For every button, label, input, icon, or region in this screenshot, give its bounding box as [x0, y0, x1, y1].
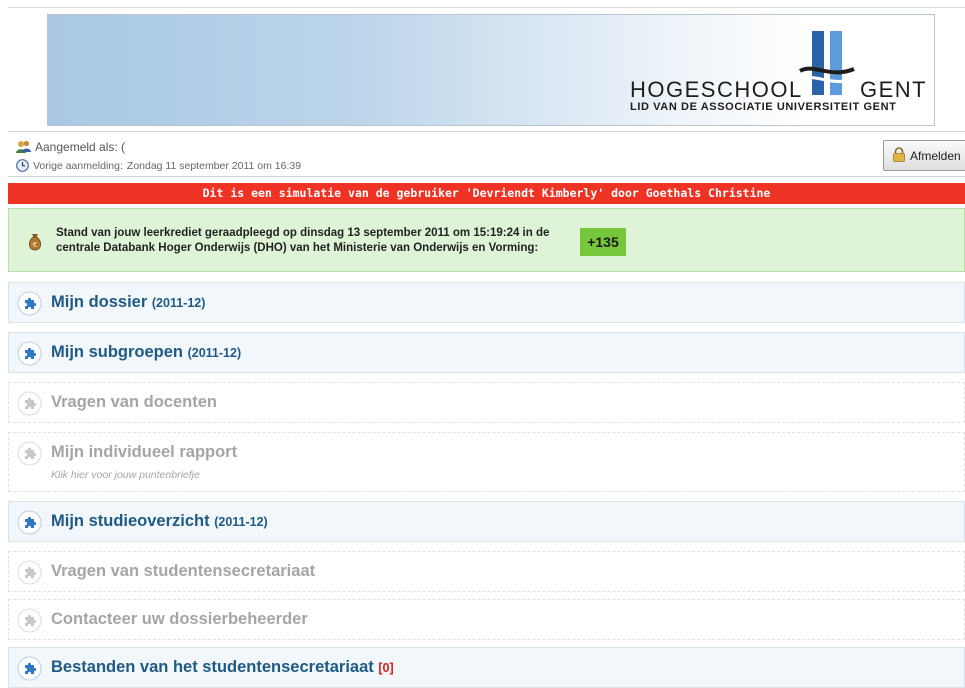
study-credit-line-2: centrale Databank Hoger Onderwijs (DHO) …	[56, 242, 539, 254]
section-title: Mijn dossier (2011-12)	[51, 293, 205, 312]
section-title-text: Mijn subgroepen	[51, 343, 183, 361]
section-title: Vragen van studentensecretariaat	[51, 562, 316, 580]
puzzle-icon	[17, 656, 42, 681]
logo-name: HOGESCHOOL	[630, 77, 803, 102]
section-year: (2011-12)	[151, 296, 206, 310]
study-credit-text: Stand van jouw leerkrediet geraadpleegd …	[56, 226, 576, 256]
section-title-text: Bestanden van het studentensecretariaat	[51, 658, 374, 676]
study-credit-box: € Stand van jouw leerkrediet geraadpleeg…	[8, 208, 965, 272]
section-mijn-studieoverzicht[interactable]: Mijn studieoverzicht (2011-12)	[8, 501, 965, 542]
section-title: Bestanden van het studentensecretariaat …	[51, 658, 394, 677]
puzzle-icon	[17, 560, 42, 585]
puzzle-icon	[17, 510, 42, 535]
section-vragen-van-docenten[interactable]: Vragen van docenten	[8, 382, 965, 423]
study-credit-value: +135	[580, 228, 626, 256]
section-subtitle: Klik hier voor jouw puntenbriefje	[51, 469, 200, 481]
users-icon	[16, 140, 31, 154]
puzzle-icon	[17, 291, 42, 316]
section-mijn-dossier[interactable]: Mijn dossier (2011-12)	[8, 282, 965, 323]
clock-icon	[16, 159, 29, 172]
logo-city: GENT	[860, 77, 928, 102]
logout-label: Afmelden	[910, 148, 961, 163]
user-bar: Aangemeld als: ( Vorige aanmelding: Zond…	[8, 131, 965, 177]
section-mijn-subgroepen[interactable]: Mijn subgroepen (2011-12)	[8, 332, 965, 373]
simulation-notice: Dit is een simulatie van de gebruiker 'D…	[8, 183, 965, 204]
section-year: (2011-12)	[187, 346, 242, 360]
study-credit-line-1: Stand van jouw leerkrediet geraadpleegd …	[56, 227, 550, 239]
previous-login-value: Zondag 11 september 2011 om 16:39	[126, 159, 302, 172]
logo-tagline: LID VAN DE ASSOCIATIE UNIVERSITEIT GENT	[630, 101, 897, 113]
section-count: [0]	[378, 661, 394, 675]
puzzle-icon	[17, 608, 42, 633]
previous-login-label: Vorige aanmelding:	[33, 159, 123, 172]
section-title: Mijn subgroepen (2011-12)	[51, 343, 241, 362]
section-title: Mijn individueel rapport	[51, 443, 238, 461]
puzzle-icon	[17, 341, 42, 366]
section-title-text: Mijn studieoverzicht	[51, 512, 210, 530]
money-bag-icon: €	[27, 231, 43, 256]
section-title: Contacteer uw dossierbeheerder	[51, 610, 308, 628]
logged-in-label: Aangemeld als: (	[35, 140, 126, 154]
section-vragen-van-studentensecretariaat[interactable]: Vragen van studentensecretariaat	[8, 551, 965, 592]
puzzle-icon	[17, 391, 42, 416]
school-logo-mark-icon	[799, 31, 855, 95]
puzzle-icon	[17, 441, 42, 466]
section-contacteer-dossierbeheerder[interactable]: Contacteer uw dossierbeheerder	[8, 599, 965, 640]
lock-icon	[892, 146, 906, 165]
section-title: Vragen van docenten	[51, 393, 217, 411]
header-banner: HOGESCHOOL GENT LID VAN DE ASSOCIATIE UN…	[47, 14, 935, 126]
section-title: Mijn studieoverzicht (2011-12)	[51, 512, 268, 531]
logout-button[interactable]: Afmelden	[883, 140, 965, 171]
previous-login-row: Vorige aanmelding: Zondag 11 september 2…	[16, 159, 301, 172]
svg-text:€: €	[33, 241, 37, 249]
section-bestanden-studentensecretariaat[interactable]: Bestanden van het studentensecretariaat …	[8, 647, 965, 688]
logged-in-row: Aangemeld als: (	[16, 140, 125, 154]
top-divider	[8, 7, 965, 8]
section-title-text: Mijn dossier	[51, 293, 148, 311]
section-year: (2011-12)	[214, 515, 268, 529]
section-mijn-individueel-rapport[interactable]: Mijn individueel rapport Klik hier voor …	[8, 432, 965, 492]
